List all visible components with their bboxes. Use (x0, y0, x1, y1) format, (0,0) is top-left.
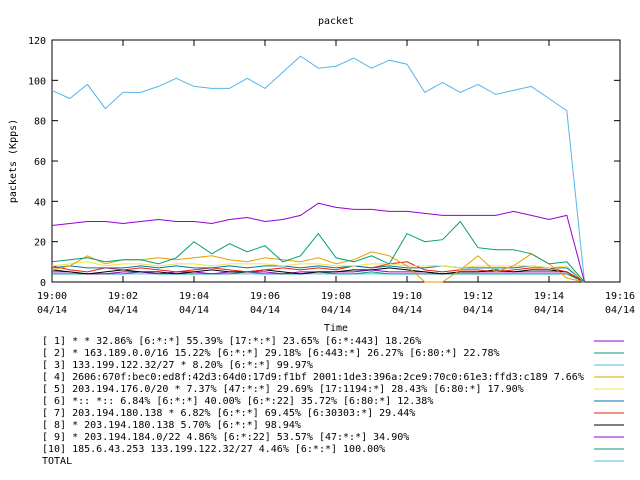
x-tick-label-time: 19:10 (392, 291, 422, 302)
legend-label: [10] 185.6.43.253 133.199.122.32/27 4.46… (42, 444, 385, 455)
x-tick-label-time: 19:16 (605, 291, 635, 302)
x-tick-label-date: 04/14 (250, 305, 280, 316)
series-line-1 (51, 202, 585, 283)
legend-label: TOTAL (42, 456, 72, 467)
x-axis-label: Time (324, 323, 348, 334)
x-tick-label-time: 19:00 (37, 291, 67, 302)
x-tick-label-time: 19:04 (179, 291, 209, 302)
legend-label: [ 2] * 163.189.0.0/16 15.22% [6:*:*] 29.… (42, 348, 500, 359)
series-line-11 (52, 273, 585, 283)
legend-label: [ 5] 203.194.176.0/20 * 7.37% [47:*:*] 2… (42, 384, 524, 395)
legend-label: [ 8] * 203.194.180.138 5.70% [6:*:*] 98.… (42, 420, 301, 431)
legend-label: [ 3] 133.199.122.32/27 * 8.20% [6:*:*] 9… (42, 360, 313, 371)
series-line-3 (51, 55, 585, 283)
x-tick-label-date: 04/14 (392, 305, 422, 316)
x-tick-label-date: 04/14 (108, 305, 138, 316)
legend-label: [ 4] 2606:670f:bec0:ed8f:42d3:64d0:17d9:… (42, 372, 584, 383)
x-tick-label-time: 19:14 (534, 291, 564, 302)
x-tick-label-date: 04/14 (605, 305, 635, 316)
legend-label: [ 1] * * 32.86% [6:*:*] 55.39% [17:*:*] … (42, 336, 421, 347)
x-tick-label-date: 04/14 (534, 305, 564, 316)
y-tick-label: 120 (28, 36, 46, 47)
y-tick-label: 100 (28, 76, 46, 87)
legend-label: [ 9] * 203.194.184.0/22 4.86% [6:*:22] 5… (42, 432, 409, 443)
legend-label: [ 6] *:: *:: 6.84% [6:*:*] 40.00% [6:*:2… (42, 396, 433, 407)
y-tick-label: 60 (34, 157, 46, 168)
y-tick-label: 80 (34, 117, 46, 128)
chart-title: packet (318, 16, 354, 27)
x-tick-label-time: 19:02 (108, 291, 138, 302)
y-tick-label: 40 (34, 197, 46, 208)
x-tick-label-time: 19:06 (250, 291, 280, 302)
series-line-8 (51, 267, 585, 283)
chart: packet packets (Kpps) Time 0 20 40 60 80 100 1… (8, 16, 635, 467)
plot-frame (51, 39, 621, 283)
x-tick-label-date: 04/14 (179, 305, 209, 316)
x-tick-label-date: 04/14 (463, 305, 493, 316)
y-tick-label: 20 (34, 238, 46, 249)
legend-label: [ 7] 203.194.180.138 * 6.82% [6:*:*] 69.… (42, 408, 415, 419)
x-tick-label-time: 19:12 (463, 291, 493, 302)
x-tick-label-date: 04/14 (37, 305, 67, 316)
y-tick-label: 0 (40, 278, 46, 289)
x-tick-label-date: 04/14 (321, 305, 351, 316)
x-tick-label-time: 19:08 (321, 291, 351, 302)
y-axis-label: packets (Kpps) (8, 119, 19, 203)
